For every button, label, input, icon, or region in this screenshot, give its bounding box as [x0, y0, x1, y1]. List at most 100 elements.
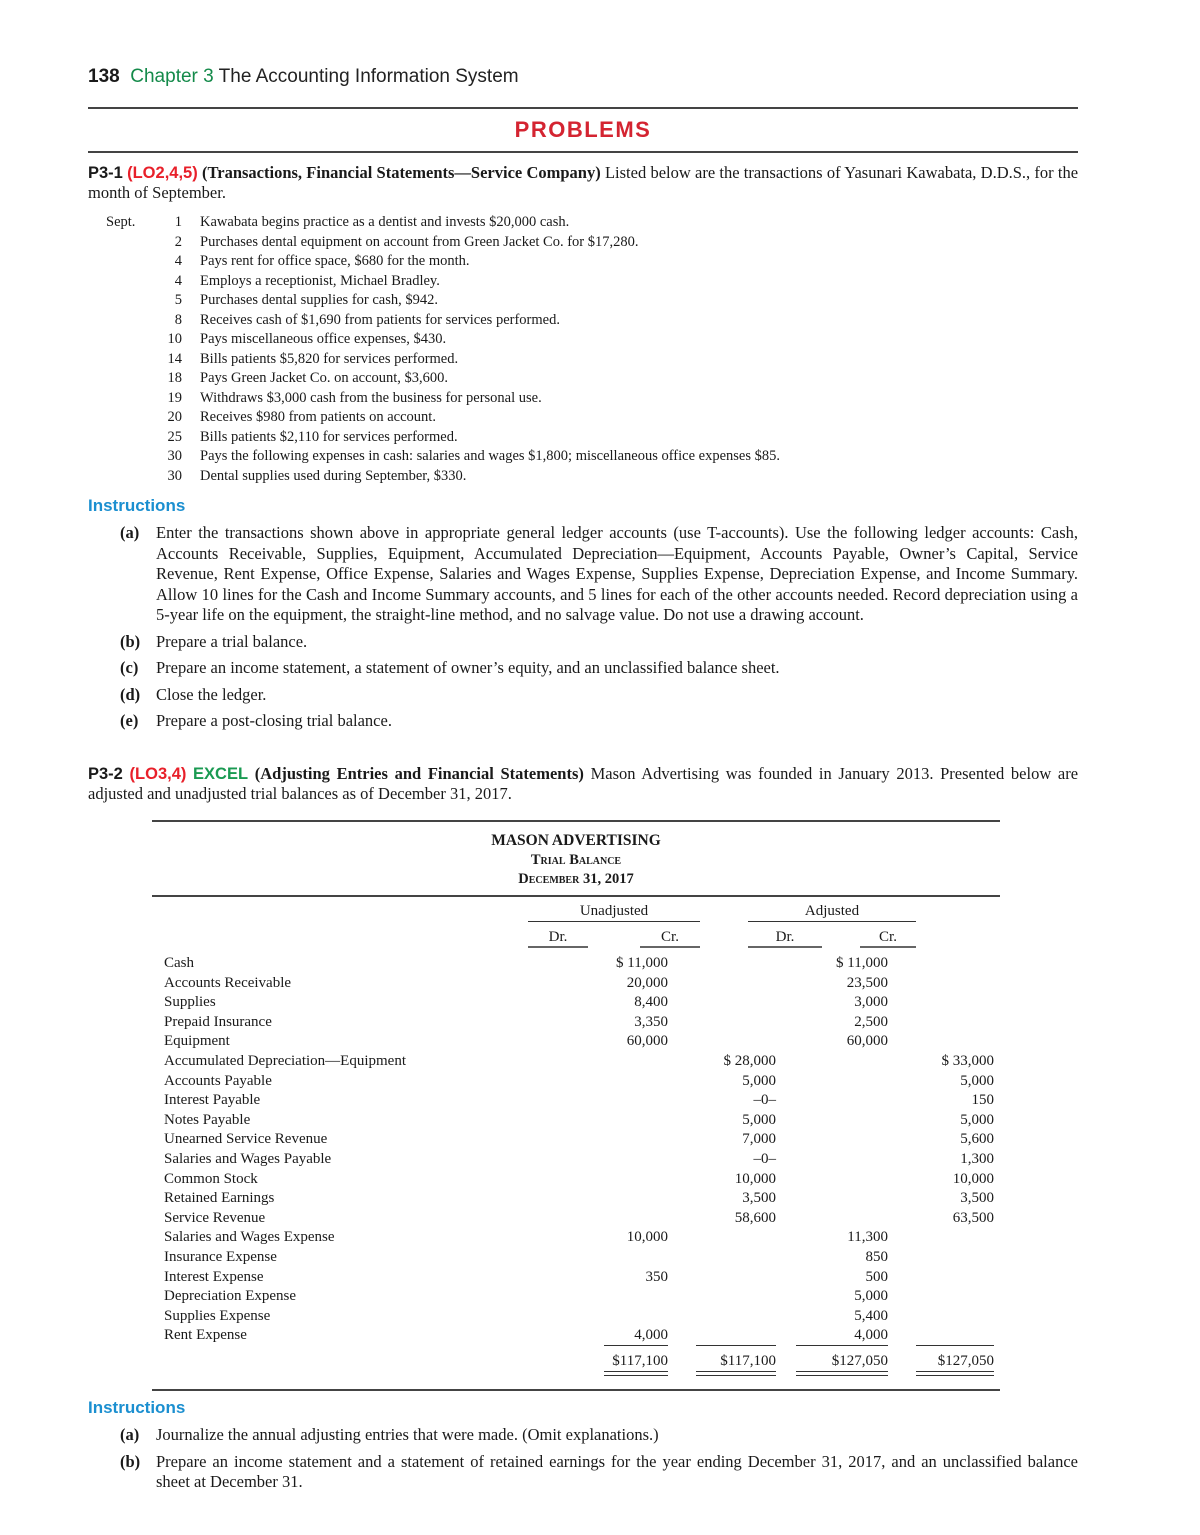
- account-name: Retained Earnings: [164, 1190, 275, 1207]
- instruction-label: (c): [120, 658, 139, 677]
- double-underline: [916, 1371, 994, 1377]
- transaction-row: 4 Employs a receptionist, Michael Bradley…: [88, 272, 780, 292]
- transaction-description: Employs a receptionist, Michael Bradley.: [200, 272, 440, 289]
- account-name: Accumulated Depreciation—Equipment: [164, 1052, 406, 1069]
- problem-number: P3-2: [88, 765, 123, 783]
- instruction-text: Close the ledger.: [156, 684, 267, 704]
- learning-objectives: (LO3,4): [129, 765, 187, 783]
- table-bottom-rule: [152, 1389, 1000, 1391]
- instruction-label: (a): [120, 1425, 140, 1444]
- instruction-text: Prepare a trial balance.: [156, 631, 308, 651]
- account-name: Accounts Payable: [164, 1072, 272, 1089]
- problem-p3-2-intro: P3-2 (LO3,4) EXCEL (Adjusting Entries an…: [88, 764, 1078, 804]
- amount-unadj-dr: 3,350: [634, 1013, 668, 1030]
- transaction-day: 25: [167, 428, 183, 445]
- transaction-day: 19: [167, 389, 183, 406]
- instruction-text: Prepare an income statement and a statem…: [156, 1451, 1078, 1492]
- amount-adj-cr: 150: [971, 1092, 995, 1109]
- amount-unadj-cr: 58,600: [734, 1209, 776, 1226]
- chapter-title: The Accounting Information System: [218, 66, 519, 87]
- amount-unadj-cr: 5,000: [742, 1111, 776, 1128]
- transaction-description: Bills patients $5,820 for services perfo…: [200, 350, 459, 367]
- instruction-text: Prepare an income statement, a statement…: [156, 658, 780, 677]
- statement-title: Trial Balance: [530, 851, 622, 868]
- amount-adj-dr: 4,000: [854, 1327, 888, 1344]
- transaction-row: 30 Dental supplies used during September,…: [88, 467, 780, 487]
- account-name: Common Stock: [164, 1170, 258, 1187]
- amount-adj-dr: $ 11,000: [836, 955, 888, 971]
- amount-adj-cr: 5,600: [960, 1131, 994, 1148]
- amount-unadj-dr: $ 11,000: [616, 955, 668, 971]
- amount-adj-cr: 3,500: [960, 1190, 994, 1207]
- transaction-description: Pays rent for office space, $680 for the…: [200, 253, 470, 270]
- account-name: Supplies Expense: [164, 1307, 271, 1324]
- transaction-day: 4: [174, 272, 182, 289]
- account-name: Salaries and Wages Expense: [164, 1229, 335, 1246]
- transaction-row: 2 Purchases dental equipment on account f…: [88, 233, 780, 253]
- transaction-description: Withdraws $3,000 cash from the business …: [200, 389, 542, 406]
- account-name: Service Revenue: [164, 1209, 266, 1226]
- amount-adj-dr: 3,000: [854, 994, 888, 1011]
- column-header-adj-cr: Cr.: [860, 929, 916, 948]
- transaction-day: 1: [174, 214, 182, 231]
- transaction-list: Sept. 1 Kawabata begins practice as a dent…: [88, 213, 780, 486]
- transaction-description: Purchases dental supplies for cash, $942…: [200, 292, 438, 309]
- transaction-day: 14: [167, 350, 183, 367]
- instruction-item: (d) Close the ledger.: [120, 685, 1078, 706]
- transaction-row: 14 Bills patients $5,820 for services per…: [88, 350, 780, 370]
- transaction-row: 20 Receives $980 from patients on account…: [88, 408, 780, 428]
- account-name: Depreciation Expense: [164, 1288, 297, 1305]
- excel-badge: EXCEL: [193, 765, 249, 783]
- column-header-unadj-cr: Cr.: [640, 929, 700, 948]
- amount-adj-cr: $ 33,000: [941, 1052, 995, 1069]
- problem-number: P3-1: [88, 164, 123, 182]
- page-number: 138: [88, 66, 120, 87]
- account-name: Prepaid Insurance: [164, 1013, 272, 1030]
- amount-unadj-dr: 8,400: [634, 994, 668, 1011]
- total-unadj-dr: $117,100: [612, 1352, 668, 1369]
- transaction-description: Bills patients $2,110 for services perfo…: [200, 428, 458, 445]
- instruction-item: (c) Prepare an income statement, a statem…: [120, 658, 1078, 679]
- transaction-day: 10: [167, 331, 183, 348]
- table-top-rule: [152, 820, 1000, 822]
- instruction-item: (b) Prepare an income statement and a sta…: [120, 1452, 1078, 1493]
- amount-adj-dr: 11,300: [847, 1229, 888, 1246]
- account-name: Salaries and Wages Payable: [164, 1150, 332, 1167]
- amount-adj-dr: 5,000: [854, 1288, 888, 1305]
- single-underline: [916, 1344, 994, 1347]
- problem-topic: (Adjusting Entries and Financial Stateme…: [254, 764, 584, 783]
- account-name: Interest Expense: [164, 1268, 264, 1285]
- amount-unadj-cr: –0–: [753, 1150, 777, 1167]
- transaction-description: Pays the following expenses in cash: sal…: [200, 448, 780, 465]
- amount-adj-dr: 850: [865, 1248, 889, 1265]
- amount-adj-dr: 60,000: [846, 1033, 888, 1050]
- amount-unadj-cr: 3,500: [742, 1190, 776, 1207]
- transaction-description: Purchases dental equipment on account fr…: [200, 233, 639, 250]
- amount-adj-cr: 10,000: [952, 1170, 994, 1187]
- account-name: Rent Expense: [164, 1327, 247, 1344]
- amount-unadj-dr: 350: [645, 1268, 669, 1285]
- group-header-adjusted: Adjusted: [748, 903, 916, 922]
- transaction-day: 8: [174, 311, 182, 328]
- transaction-day: 4: [174, 253, 182, 270]
- instruction-item: (b) Prepare a trial balance.: [120, 632, 1078, 653]
- instruction-label: (b): [120, 631, 141, 651]
- double-underline: [796, 1371, 888, 1377]
- double-underline: [604, 1371, 668, 1377]
- transaction-day: 30: [167, 467, 183, 484]
- divider: [88, 107, 1078, 109]
- amount-adj-cr: 5,000: [960, 1111, 994, 1128]
- transaction-day: 18: [167, 370, 183, 387]
- account-name: Accounts Receivable: [164, 974, 292, 991]
- account-name: Unearned Service Revenue: [164, 1131, 328, 1148]
- column-header-unadj-dr: Dr.: [528, 929, 588, 948]
- transaction-month: Sept.: [106, 214, 136, 231]
- problem-topic: (Transactions, Financial Statements—Serv…: [201, 163, 601, 182]
- transaction-row: 19 Withdraws $3,000 cash from the busines…: [88, 389, 780, 409]
- instruction-label: (a): [120, 523, 140, 542]
- amount-unadj-dr: 4,000: [634, 1327, 668, 1344]
- account-name: Notes Payable: [164, 1111, 251, 1128]
- amount-unadj-cr: 10,000: [734, 1170, 776, 1187]
- amount-unadj-dr: 20,000: [626, 974, 668, 991]
- divider: [88, 151, 1078, 153]
